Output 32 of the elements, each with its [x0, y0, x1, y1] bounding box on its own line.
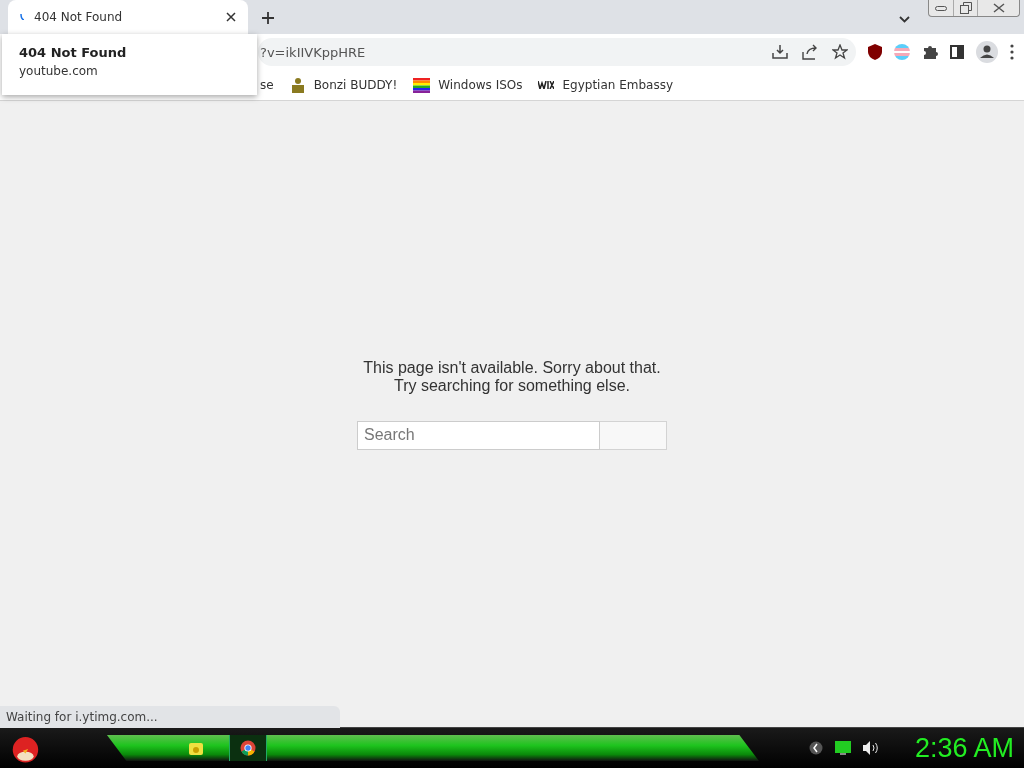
clock-text: 2:36 AM — [914, 732, 1014, 764]
chevron-down-icon[interactable] — [899, 16, 910, 23]
rainbow-flag-icon — [413, 77, 431, 93]
search-field[interactable]: Search — [357, 420, 600, 450]
tab-title: 404 Not Found — [34, 10, 124, 24]
puzzle-icon[interactable] — [922, 44, 938, 60]
error-message: This page isn't available. Sorry about that. — [363, 358, 661, 377]
speaker-icon[interactable] — [862, 741, 879, 755]
download-icon[interactable] — [772, 44, 788, 60]
menu-icon[interactable] — [1010, 44, 1014, 60]
bookmark-link[interactable]: Windows ISOs — [413, 77, 523, 93]
browser-tab[interactable]: 404 Not Found — [8, 0, 248, 34]
address-bar[interactable]: ?v=ikIIVKppHRE — [258, 38, 856, 66]
error-message: Try searching for something else. — [394, 376, 630, 395]
site-logo-icon — [538, 81, 555, 89]
profile-avatar-icon[interactable] — [976, 41, 998, 63]
bookmark-link[interactable]: Egyptian Embassy — [538, 78, 674, 92]
close-icon[interactable] — [226, 12, 236, 22]
bookmark-link[interactable]: Bonzi BUDDY! — [289, 77, 398, 93]
bookmark-link[interactable]: se — [260, 78, 274, 92]
new-tab-icon[interactable] — [262, 12, 274, 24]
star-icon[interactable] — [832, 44, 848, 60]
url-text: ?v=ikIIVKppHRE — [260, 44, 367, 60]
monitor-icon[interactable] — [834, 741, 851, 755]
browser-taskbar-icon[interactable] — [228, 733, 267, 763]
card-domain: youtube.com — [19, 64, 99, 78]
share-icon[interactable] — [802, 44, 818, 60]
status-bubble: Waiting for i.ytimg.com... — [0, 706, 340, 728]
figures-icon — [289, 77, 306, 93]
shield-icon[interactable] — [868, 44, 882, 60]
side-panel-icon[interactable] — [950, 45, 964, 59]
card-title: 404 Not Found — [19, 45, 128, 60]
